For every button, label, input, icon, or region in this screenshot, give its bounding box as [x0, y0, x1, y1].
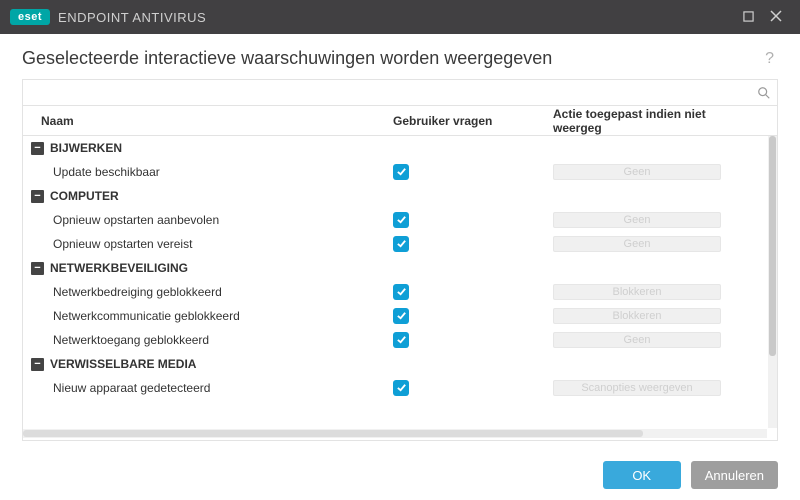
- search-input[interactable]: [31, 86, 757, 100]
- collapse-icon[interactable]: −: [31, 190, 44, 203]
- cancel-button[interactable]: Annuleren: [691, 461, 778, 489]
- page-title: Geselecteerde interactieve waarschuwinge…: [22, 48, 761, 69]
- search-row: [23, 80, 777, 106]
- group-label: BIJWERKEN: [50, 141, 122, 155]
- action-select[interactable]: Geen: [553, 164, 721, 180]
- search-icon[interactable]: [757, 86, 771, 100]
- item-row: Update beschikbaar Geen: [23, 160, 767, 184]
- item-name: Opnieuw opstarten aanbevolen: [23, 213, 393, 227]
- group-row[interactable]: −BIJWERKEN: [23, 136, 767, 160]
- ask-user-checkbox[interactable]: [393, 380, 409, 396]
- item-row: Netwerkcommunicatie geblokkeerd Blokkeren: [23, 304, 767, 328]
- help-icon[interactable]: ?: [761, 50, 778, 68]
- column-headers: Naam Gebruiker vragen Actie toegepast in…: [23, 106, 777, 136]
- collapse-icon[interactable]: −: [31, 262, 44, 275]
- item-name: Netwerktoegang geblokkeerd: [23, 333, 393, 347]
- item-name: Update beschikbaar: [23, 165, 393, 179]
- item-name: Netwerkcommunicatie geblokkeerd: [23, 309, 393, 323]
- action-select[interactable]: Geen: [553, 236, 721, 252]
- ask-user-checkbox[interactable]: [393, 236, 409, 252]
- group-label: VERWISSELBARE MEDIA: [50, 357, 196, 371]
- item-row: Netwerktoegang geblokkeerd Geen: [23, 328, 767, 352]
- group-row[interactable]: −VERWISSELBARE MEDIA: [23, 352, 767, 376]
- col-header-action[interactable]: Actie toegepast indien niet weergeg: [553, 107, 777, 135]
- action-select[interactable]: Blokkeren: [553, 284, 721, 300]
- ask-user-checkbox[interactable]: [393, 212, 409, 228]
- item-name: Netwerkbedreiging geblokkeerd: [23, 285, 393, 299]
- col-header-name[interactable]: Naam: [23, 114, 393, 128]
- item-name: Nieuw apparaat gedetecteerd: [23, 381, 393, 395]
- horizontal-scroll-thumb[interactable]: [23, 430, 643, 437]
- group-label: COMPUTER: [50, 189, 119, 203]
- titlebar: eset ENDPOINT ANTIVIRUS: [0, 0, 800, 34]
- brand-badge: eset: [10, 9, 50, 25]
- footer: OK Annuleren: [0, 450, 800, 500]
- close-icon[interactable]: [762, 9, 790, 25]
- vertical-scroll-thumb[interactable]: [769, 136, 776, 356]
- ok-button[interactable]: OK: [603, 461, 681, 489]
- item-row: Opnieuw opstarten vereist Geen: [23, 232, 767, 256]
- action-select[interactable]: Geen: [553, 332, 721, 348]
- horizontal-scrollbar[interactable]: [23, 429, 767, 438]
- collapse-icon[interactable]: −: [31, 358, 44, 371]
- action-select[interactable]: Blokkeren: [553, 308, 721, 324]
- brand-product: ENDPOINT ANTIVIRUS: [58, 10, 206, 25]
- item-row: Netwerkbedreiging geblokkeerd Blokkeren: [23, 280, 767, 304]
- ask-user-checkbox[interactable]: [393, 308, 409, 324]
- group-label: NETWERKBEVEILIGING: [50, 261, 188, 275]
- col-header-ask[interactable]: Gebruiker vragen: [393, 114, 553, 128]
- item-row: Opnieuw opstarten aanbevolen Geen: [23, 208, 767, 232]
- page-header: Geselecteerde interactieve waarschuwinge…: [0, 34, 800, 79]
- ask-user-checkbox[interactable]: [393, 284, 409, 300]
- group-row[interactable]: −NETWERKBEVEILIGING: [23, 256, 767, 280]
- collapse-icon[interactable]: −: [31, 142, 44, 155]
- vertical-scrollbar[interactable]: [768, 136, 777, 428]
- rows-container: −BIJWERKENUpdate beschikbaarGeen−COMPUTE…: [23, 136, 767, 428]
- ask-user-checkbox[interactable]: [393, 164, 409, 180]
- maximize-icon[interactable]: [734, 9, 762, 25]
- action-select[interactable]: Geen: [553, 212, 721, 228]
- settings-table: Naam Gebruiker vragen Actie toegepast in…: [22, 79, 778, 441]
- group-row[interactable]: −COMPUTER: [23, 184, 767, 208]
- action-select[interactable]: Scanopties weergeven: [553, 380, 721, 396]
- item-row: Nieuw apparaat gedetecteerd Scanopties we…: [23, 376, 767, 400]
- item-name: Opnieuw opstarten vereist: [23, 237, 393, 251]
- ask-user-checkbox[interactable]: [393, 332, 409, 348]
